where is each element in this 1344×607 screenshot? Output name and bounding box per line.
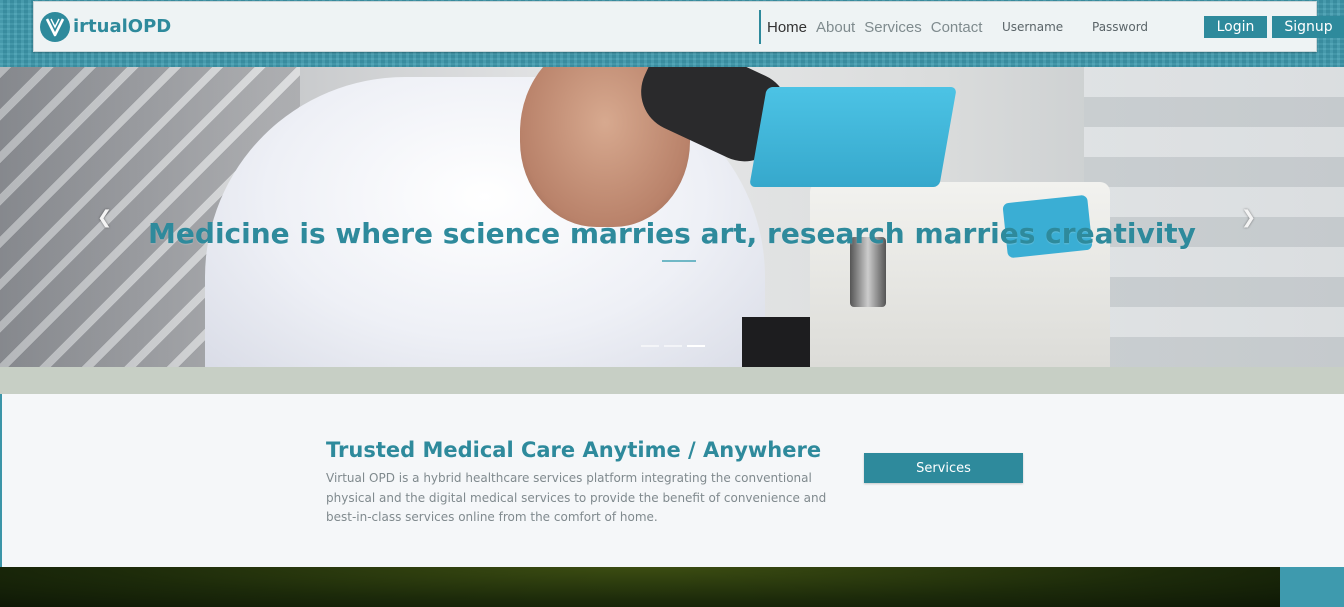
chevron-left-icon[interactable]: ❮ <box>97 207 112 228</box>
carousel-indicator-active[interactable] <box>687 345 705 347</box>
login-button[interactable]: Login <box>1204 16 1267 38</box>
carousel-indicator[interactable] <box>641 345 659 347</box>
services-button[interactable]: Services <box>864 453 1023 483</box>
chevron-right-icon[interactable]: ❯ <box>1241 207 1256 228</box>
password-input[interactable] <box>1092 14 1180 40</box>
hero-caption-underline <box>662 260 696 262</box>
hero-image-microscope-head <box>749 87 957 187</box>
nav-link-contact[interactable]: Contact <box>931 19 983 36</box>
nav-divider <box>759 10 761 44</box>
nav-link-about[interactable]: About <box>816 19 855 36</box>
navbar: irtualOPD Home About Services Contact Lo… <box>33 1 1344 53</box>
intro-section: Trusted Medical Care Anytime / Anywhere … <box>2 394 1344 567</box>
login-form: Login Signup <box>1002 14 1344 40</box>
signup-button[interactable]: Signup <box>1272 16 1344 38</box>
username-input[interactable] <box>1002 14 1090 40</box>
carousel-indicator[interactable] <box>664 345 682 347</box>
hero-caption: Medicine is where science marries art, r… <box>148 217 1196 250</box>
intro-title: Trusted Medical Care Anytime / Anywhere <box>326 438 822 462</box>
logo-icon <box>40 11 70 42</box>
carousel-indicators <box>641 345 710 347</box>
section-divider-band <box>0 367 1344 394</box>
bottom-banner-image <box>0 567 1280 607</box>
bottom-right-backdrop <box>1280 567 1344 607</box>
hero-carousel: Medicine is where science marries art, r… <box>0 67 1344 367</box>
brand[interactable]: irtualOPD <box>40 11 172 42</box>
intro-description: Virtual OPD is a hybrid healthcare servi… <box>326 471 827 524</box>
nav-link-services[interactable]: Services <box>864 19 922 36</box>
nav-link-home[interactable]: Home <box>767 19 807 36</box>
brand-name: irtualOPD <box>73 16 172 37</box>
nav-links: Home About Services Contact <box>767 2 991 53</box>
